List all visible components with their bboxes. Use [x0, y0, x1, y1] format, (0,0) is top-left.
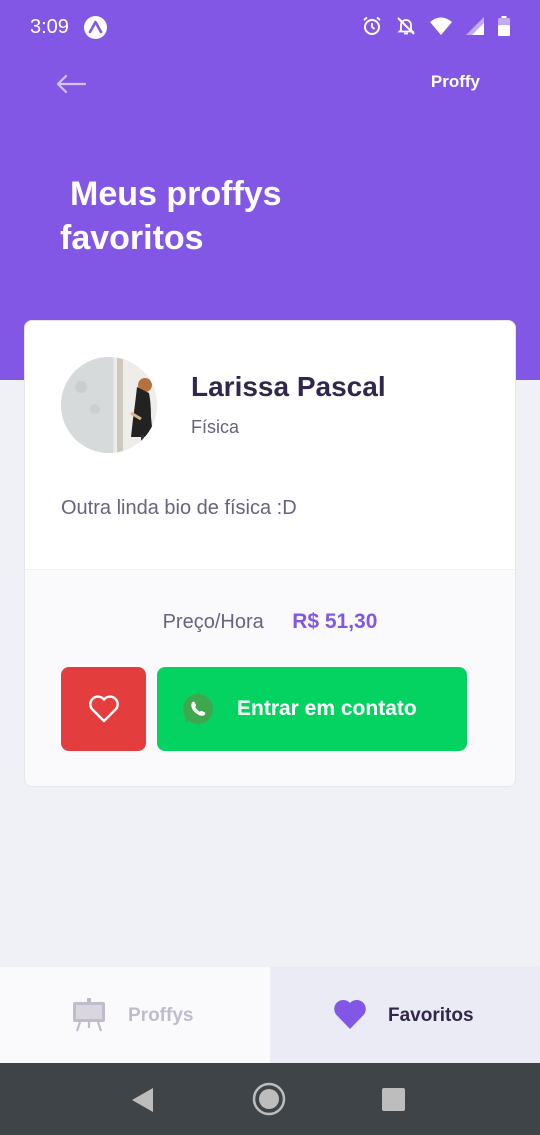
price-value: R$ 51,30: [292, 610, 378, 633]
contact-whatsapp-button[interactable]: Entrar em contato: [157, 667, 467, 751]
teacher-profile: Larissa Pascal Física Outra linda bio de…: [25, 321, 515, 569]
system-nav-bar: [0, 1063, 540, 1135]
nav-back-icon[interactable]: [132, 1088, 154, 1112]
notifications-off-icon: [397, 17, 415, 35]
nav-home-icon[interactable]: [252, 1082, 286, 1116]
status-bar: 3:09: [0, 0, 540, 56]
wifi-icon: [430, 17, 452, 35]
card-footer: Preço/Hora R$ 51,30 Entrar em contato: [25, 569, 515, 786]
status-time: 3:09: [30, 16, 69, 38]
tab-proffys[interactable]: Proffys: [0, 967, 270, 1063]
teacher-name: Larissa Pascal: [191, 371, 386, 402]
teacher-card: Larissa Pascal Física Outra linda bio de…: [24, 320, 516, 787]
tab-proffys-label: Proffys: [128, 1005, 194, 1026]
alarm-icon: [363, 16, 381, 35]
tab-favoritos-label: Favoritos: [388, 1005, 474, 1026]
contact-button-label: Entrar em contato: [237, 697, 417, 720]
status-icons: [362, 16, 510, 36]
teacher-bio: Outra linda bio de física :D: [61, 497, 297, 519]
teacher-subject: Física: [191, 417, 240, 437]
tab-favoritos[interactable]: Favoritos: [270, 967, 540, 1063]
whatsapp-icon: [183, 694, 213, 724]
arrow-left-icon: [56, 74, 87, 94]
easel-icon: [73, 998, 105, 1032]
signal-icon: [466, 17, 484, 35]
app-a-icon: [84, 16, 107, 39]
page-title-line1: Meus proffys: [70, 175, 282, 213]
price-row: Preço/Hora R$ 51,30: [25, 610, 515, 634]
price-label: Preço/Hora: [162, 611, 264, 633]
page-title: Meus proffys favoritos: [60, 172, 320, 260]
battery-icon: [498, 16, 510, 36]
back-button[interactable]: [56, 74, 92, 94]
brand-logo: Proffy: [430, 72, 480, 91]
bottom-tab-bar: Proffys Favoritos: [0, 967, 540, 1063]
nav-recent-apps-icon[interactable]: [382, 1088, 405, 1111]
avatar: [61, 357, 157, 453]
favorite-button[interactable]: [61, 667, 146, 751]
page-title-line2: favoritos: [60, 219, 204, 257]
heart-icon: [334, 999, 366, 1029]
heart-outline-icon: [88, 695, 119, 723]
